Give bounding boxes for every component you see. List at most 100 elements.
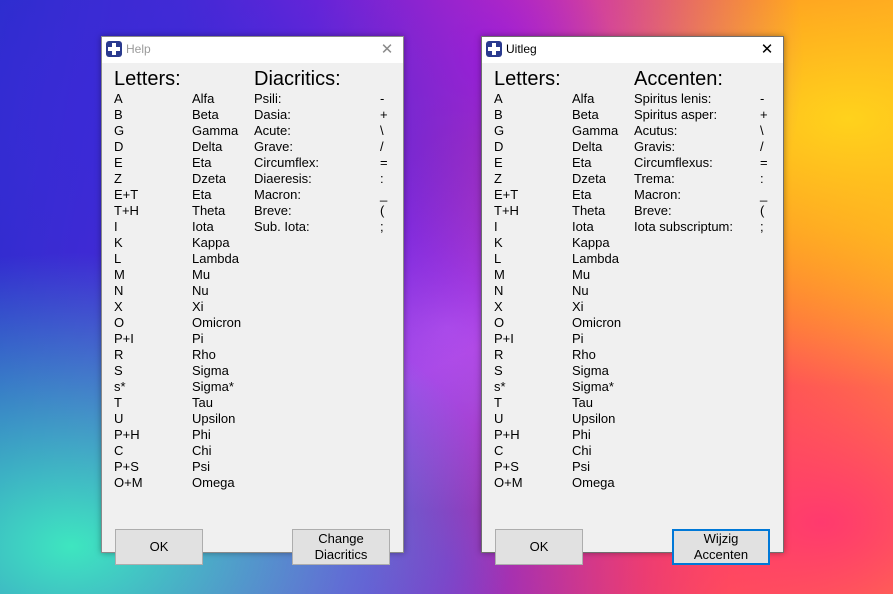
- letter-key: B: [494, 107, 503, 122]
- diacritic-name: Breve:: [254, 203, 292, 218]
- diacritic-key: /: [380, 139, 384, 154]
- letter-key: I: [114, 219, 118, 234]
- letter-name: Pi: [572, 331, 584, 346]
- greek-flag-icon: [106, 41, 122, 57]
- letter-name: Theta: [192, 203, 226, 218]
- accent-name: Circumflexus:: [634, 155, 713, 170]
- letter-key: L: [114, 251, 122, 266]
- change-diacritics-button[interactable]: Change Diacritics: [292, 529, 390, 565]
- letter-key: R: [114, 347, 124, 362]
- letter-name: Phi: [572, 427, 591, 442]
- letter-key: R: [494, 347, 504, 362]
- letter-name: Omega: [572, 475, 615, 490]
- letter-key: O+M: [114, 475, 143, 490]
- accent-key: (: [760, 203, 765, 218]
- letter-key: B: [114, 107, 123, 122]
- accent-key: _: [760, 187, 768, 202]
- letter-key: A: [494, 91, 503, 106]
- letter-key: G: [494, 123, 505, 138]
- letter-name: Mu: [572, 267, 591, 282]
- letter-name: Gamma: [572, 123, 619, 138]
- letter-key: I: [494, 219, 498, 234]
- ok-button[interactable]: OK: [115, 529, 203, 565]
- diacritic-name: Macron:: [254, 187, 301, 202]
- letters-heading: Letters:: [494, 68, 561, 90]
- letter-keys-list: A B G D E Z E+T T+H I K L M N X O P+I R Ss* T U P+H C P+S O+M: [114, 91, 143, 491]
- letter-name: Chi: [572, 443, 592, 458]
- diacritic-name: Psili:: [254, 91, 282, 106]
- diacritics-heading: Diacritics:: [254, 68, 341, 90]
- letter-name: Omega: [192, 475, 235, 490]
- letter-name: Upsilon: [572, 411, 616, 426]
- letter-key: K: [114, 235, 123, 250]
- letter-name: Beta: [572, 107, 599, 122]
- letter-key: M: [494, 267, 505, 282]
- diacritic-name: Acute:: [254, 123, 291, 138]
- letter-name: Lambda: [192, 251, 239, 266]
- letters-heading: Letters:: [114, 68, 181, 90]
- letter-name: Dzeta: [572, 171, 606, 186]
- letter-keys-list: A B G D E Z E+T T+H I K L M N X O P+I R Ss* T U P+H C P+S O+M: [494, 91, 523, 491]
- letter-name: Sigma*: [572, 379, 614, 394]
- letter-key: C: [494, 443, 504, 458]
- accent-key: +: [760, 107, 768, 122]
- letter-name: Xi: [572, 299, 584, 314]
- close-icon[interactable]: ✕: [757, 40, 777, 60]
- letter-name: Phi: [192, 427, 211, 442]
- letter-key: U: [114, 411, 124, 426]
- letter-key: s*: [114, 379, 126, 394]
- ok-button-label: OK: [529, 539, 549, 554]
- accent-name: Gravis:: [634, 139, 676, 154]
- letter-name: Beta: [192, 107, 219, 122]
- accent-name: Spiritus lenis:: [634, 91, 712, 106]
- letter-name: Iota: [572, 219, 594, 234]
- close-icon[interactable]: ✕: [377, 40, 397, 60]
- diacritic-key: =: [380, 155, 388, 170]
- letter-key: P+H: [114, 427, 140, 442]
- diacritic-key: ;: [380, 219, 384, 234]
- letter-name: Dzeta: [192, 171, 226, 186]
- letter-key: L: [494, 251, 502, 266]
- letter-key: S: [494, 363, 503, 378]
- letter-key: P+I: [114, 331, 134, 346]
- letter-key: C: [114, 443, 124, 458]
- letter-key: T+H: [114, 203, 139, 218]
- letter-name: Sigma*: [192, 379, 234, 394]
- letter-names-list: Alfa Beta Gamma Delta Eta Dzeta Eta Theta Iota Ka…: [572, 91, 621, 491]
- letter-name: Tau: [192, 395, 213, 410]
- letter-key: X: [114, 299, 123, 314]
- letter-key: T: [114, 395, 122, 410]
- letter-name: Upsilon: [192, 411, 236, 426]
- window-title: Help: [126, 42, 151, 56]
- letter-key: S: [114, 363, 123, 378]
- diacritic-key: +: [380, 107, 388, 122]
- accent-name: Trema:: [634, 171, 675, 186]
- help-titlebar[interactable]: Help ✕: [102, 37, 403, 63]
- accent-name: Iota subscriptum:: [634, 219, 733, 234]
- diacritic-key: -: [380, 91, 385, 106]
- greek-flag-icon: [486, 41, 502, 57]
- diacritic-name: Circumflex:: [254, 155, 320, 170]
- letter-name: Nu: [192, 283, 209, 298]
- accent-name: Macron:: [634, 187, 681, 202]
- letter-key: G: [114, 123, 125, 138]
- letter-name: Rho: [192, 347, 216, 362]
- letter-name: Theta: [572, 203, 606, 218]
- letter-name: Iota: [192, 219, 214, 234]
- diacritic-keys-list: - + \ / =: _(;: [380, 91, 388, 235]
- uitleg-titlebar[interactable]: Uitleg ✕: [482, 37, 783, 63]
- wijzig-accenten-button[interactable]: Wijzig Accenten: [672, 529, 770, 565]
- letter-key: N: [494, 283, 504, 298]
- diacritic-name: Dasia:: [254, 107, 291, 122]
- letter-key: P+S: [114, 459, 139, 474]
- letter-key: E: [114, 155, 123, 170]
- letter-name: Alfa: [192, 91, 215, 106]
- letter-name: Gamma: [192, 123, 239, 138]
- letter-key: T: [494, 395, 502, 410]
- letter-name: Psi: [192, 459, 211, 474]
- ok-button[interactable]: OK: [495, 529, 583, 565]
- accent-key: ;: [760, 219, 764, 234]
- letter-key: K: [494, 235, 503, 250]
- diacritic-names-list: Psili: Dasia: Acute: Grave: Circumflex: Diaer…: [254, 91, 319, 235]
- letter-name: Omicron: [572, 315, 622, 330]
